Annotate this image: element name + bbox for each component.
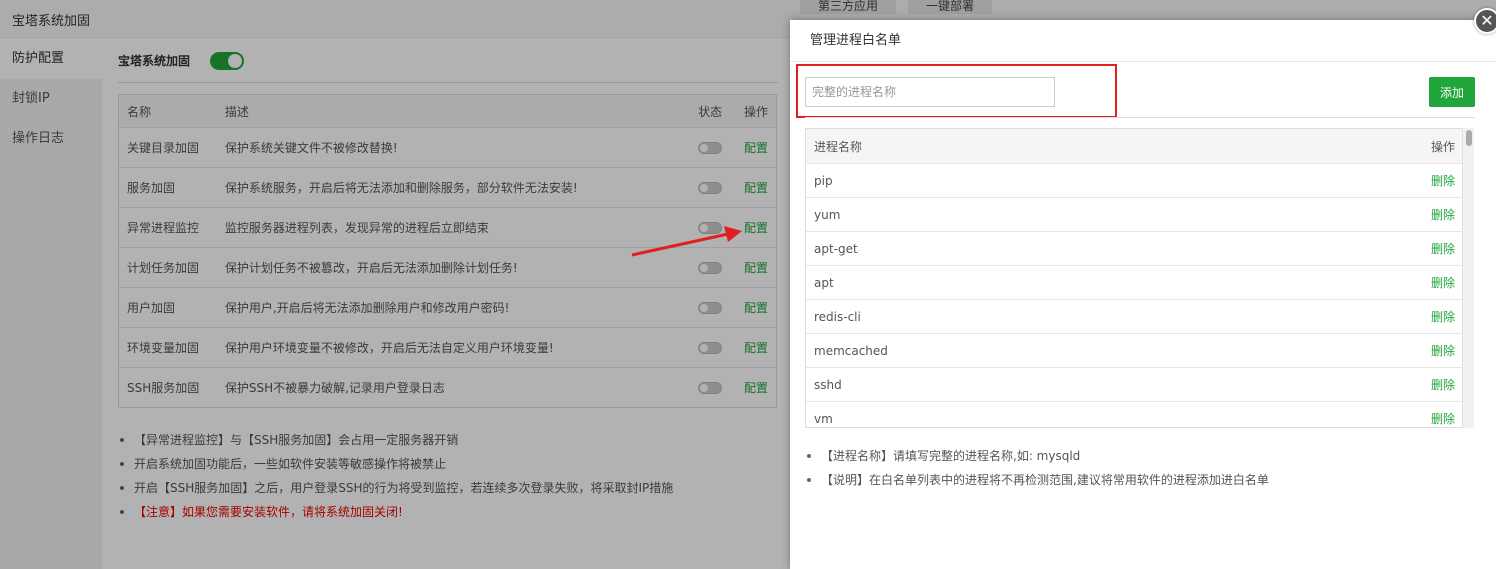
annotation-arrow-icon bbox=[631, 226, 742, 257]
process-name: redis-cli bbox=[814, 309, 861, 324]
header-process-name: 进程名称 bbox=[814, 139, 863, 154]
delete-link[interactable]: 删除 bbox=[1431, 242, 1455, 256]
scroll-thumb[interactable] bbox=[1466, 130, 1472, 146]
process-name: memcached bbox=[814, 343, 888, 358]
table-row: apt-get 删除 bbox=[806, 231, 1473, 265]
note-item: 【进程名称】请填写完整的进程名称,如: mysqld bbox=[805, 444, 1475, 468]
process-name: sshd bbox=[814, 377, 842, 392]
process-name: apt-get bbox=[814, 241, 858, 256]
delete-link[interactable]: 删除 bbox=[1431, 378, 1455, 392]
table-row: vm 删除 bbox=[806, 401, 1473, 427]
process-name: yum bbox=[814, 207, 841, 222]
process-name: apt bbox=[814, 275, 834, 290]
whitelist-notes: 【进程名称】请填写完整的进程名称,如: mysqld 【说明】在白名单列表中的进… bbox=[805, 444, 1475, 492]
delete-link[interactable]: 删除 bbox=[1431, 310, 1455, 324]
process-name-input[interactable] bbox=[805, 77, 1055, 107]
delete-link[interactable]: 删除 bbox=[1431, 276, 1455, 290]
close-icon[interactable]: ✕ bbox=[1474, 8, 1496, 34]
divider bbox=[805, 117, 1475, 118]
table-row: sshd 删除 bbox=[806, 367, 1473, 401]
process-name: vm bbox=[814, 411, 833, 426]
delete-link[interactable]: 删除 bbox=[1431, 344, 1455, 358]
delete-link[interactable]: 删除 bbox=[1431, 174, 1455, 188]
whitelist-scrollbar[interactable] bbox=[1462, 128, 1474, 428]
whitelist-table: 进程名称 操作 pip 删除 yum 删除 apt-get 删除 apt 删除 … bbox=[805, 128, 1474, 428]
table-row: memcached 删除 bbox=[806, 333, 1473, 367]
note-item: 【说明】在白名单列表中的进程将不再检测范围,建议将常用软件的进程添加进白名单 bbox=[805, 468, 1475, 492]
process-whitelist-modal: 管理进程白名单 添加 进程名称 操作 pip 删除 yum 删除 apt-get… bbox=[790, 20, 1496, 569]
add-button[interactable]: 添加 bbox=[1429, 77, 1475, 107]
whitelist-header: 进程名称 操作 bbox=[806, 129, 1473, 163]
table-row: yum 删除 bbox=[806, 197, 1473, 231]
process-name: pip bbox=[814, 173, 833, 188]
table-row: pip 删除 bbox=[806, 163, 1473, 197]
modal-title: 管理进程白名单 bbox=[790, 20, 1496, 62]
delete-link[interactable]: 删除 bbox=[1431, 412, 1455, 426]
delete-link[interactable]: 删除 bbox=[1431, 208, 1455, 222]
table-row: redis-cli 删除 bbox=[806, 299, 1473, 333]
table-row: apt 删除 bbox=[806, 265, 1473, 299]
